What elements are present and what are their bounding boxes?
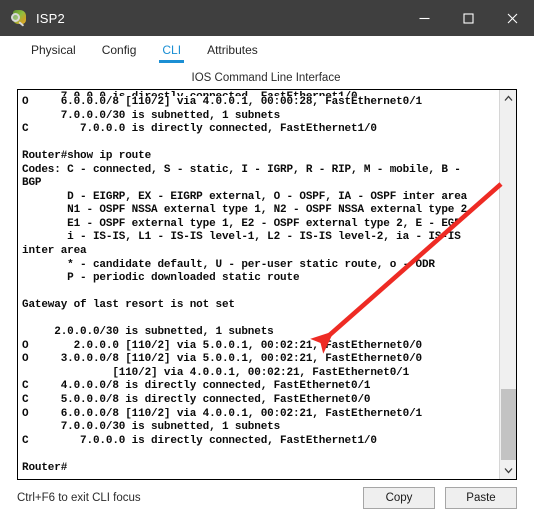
paste-button[interactable]: Paste: [445, 487, 517, 509]
terminal-line: Codes: C - connected, S - static, I - IG…: [22, 163, 461, 176]
terminal-line: inter area: [22, 245, 87, 258]
cli-window: ISP2 Physical Config CLI Attributes IOS …: [0, 0, 534, 530]
chevron-up-icon[interactable]: [500, 90, 516, 107]
tab-attributes[interactable]: Attributes: [194, 40, 271, 63]
terminal-line: Router#: [22, 461, 68, 474]
terminal-line: E1 - OSPF external type 1, E2 - OSPF ext…: [22, 217, 461, 230]
title-bar: ISP2: [0, 0, 534, 36]
terminal-line: i - IS-IS, L1 - IS-IS level-1, L2 - IS-I…: [22, 231, 461, 244]
terminal-line: C 7.0.0.0 is directly connected, FastEth…: [22, 123, 377, 136]
terminal-line: C 7.0.0.0 is directly connected, FastEth…: [22, 434, 377, 447]
tab-physical[interactable]: Physical: [18, 40, 89, 63]
window-controls: [402, 0, 534, 36]
chevron-down-icon[interactable]: [500, 462, 516, 479]
terminal-panel[interactable]: 7.0.0.0 is directly connected, FastEther…: [17, 89, 517, 480]
footer-bar: Ctrl+F6 to exit CLI focus Copy Paste: [0, 486, 534, 530]
terminal-line: P - periodic downloaded static route: [22, 272, 300, 285]
terminal-line: 2.0.0.0/30 is subnetted, 1 subnets: [22, 326, 274, 339]
terminal-line: [110/2] via 4.0.0.1, 00:02:21, FastEther…: [22, 366, 410, 379]
maximize-icon[interactable]: [446, 0, 490, 36]
close-icon[interactable]: [490, 0, 534, 36]
packet-tracer-router-icon: [10, 9, 28, 27]
terminal-line: O 2.0.0.0 [110/2] via 5.0.0.1, 00:02:21,…: [22, 339, 422, 352]
terminal-scrollbar[interactable]: [499, 90, 516, 479]
minimize-icon[interactable]: [402, 0, 446, 36]
terminal-line: O 6.0.0.0/8 [110/2] via 4.0.0.1, 00:02:2…: [22, 407, 422, 420]
terminal-line: C 5.0.0.0/8 is directly connected, FastE…: [22, 394, 371, 407]
terminal-line: D - EIGRP, EX - EIGRP external, O - OSPF…: [22, 190, 468, 203]
terminal-line: Gateway of last resort is not set: [22, 299, 235, 312]
terminal-line: Router#show ip route: [22, 150, 152, 163]
window-title: ISP2: [36, 10, 65, 26]
copy-button[interactable]: Copy: [363, 487, 435, 509]
terminal-line: BGP: [22, 177, 42, 190]
terminal-line: 7.0.0.0/30 is subnetted, 1 subnets: [22, 109, 281, 122]
terminal-line: * - candidate default, U - per-user stat…: [22, 258, 435, 271]
terminal-line: N1 - OSPF NSSA external type 1, N2 - OSP…: [22, 204, 468, 217]
focus-hint-label: Ctrl+F6 to exit CLI focus: [17, 492, 141, 504]
tab-config[interactable]: Config: [89, 40, 150, 63]
cli-header-label: IOS Command Line Interface: [191, 72, 341, 84]
tab-cli[interactable]: CLI: [149, 40, 194, 63]
terminal-line: C 4.0.0.0/8 is directly connected, FastE…: [22, 380, 371, 393]
tab-strip: Physical Config CLI Attributes: [18, 40, 516, 66]
terminal-line: O 6.0.0.0/8 [110/2] via 4.0.0.1, 00:00:2…: [22, 96, 422, 108]
terminal-line: O 3.0.0.0/8 [110/2] via 5.0.0.1, 00:02:2…: [22, 353, 422, 366]
terminal-line: 7.0.0.0/30 is subnetted, 1 subnets: [22, 421, 281, 434]
scrollbar-thumb[interactable]: [501, 389, 516, 460]
terminal-output[interactable]: 7.0.0.0 is directly connected, FastEther…: [18, 90, 499, 479]
